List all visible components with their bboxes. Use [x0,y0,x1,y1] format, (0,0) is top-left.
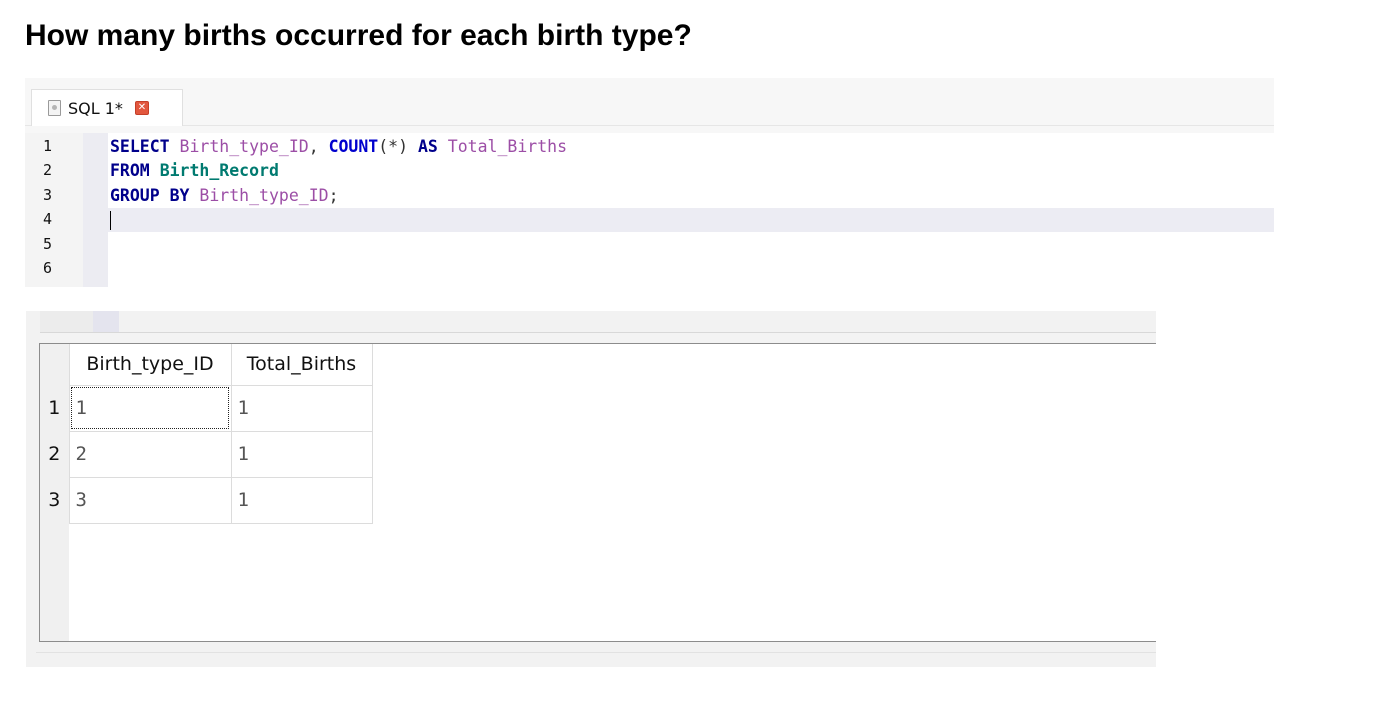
row-number[interactable]: 1 [40,385,69,431]
line-number-gutter: 1 2 3 4 5 6 [25,133,108,287]
keyword-as: AS [417,137,438,156]
sql-code-editor[interactable]: 1 2 3 4 5 6 SELECT Birth_type_ID, COUNT(… [25,133,1274,287]
line-number: 5 [43,235,53,253]
table-row: 3 3 1 [40,476,373,524]
sql-editor-tab[interactable]: SQL 1* ✕ [31,89,183,126]
close-icon[interactable]: ✕ [134,101,149,115]
tab-strip-divider [25,125,1274,126]
row-number[interactable]: 3 [40,477,69,523]
result-grid[interactable]: Birth_type_ID Total_Births 1 1 1 2 2 1 3… [39,343,1156,642]
result-panel: Birth_type_ID Total_Births 1 1 1 2 2 1 3… [26,311,1156,667]
keyword-select: SELECT [110,137,170,156]
alias-total-births: Total_Births [447,137,568,156]
table-birth-record: Birth_Record [159,161,279,180]
line-number: 2 [43,161,53,179]
sql-editor-panel: SQL 1* ✕ 1 2 3 4 5 6 SELECT Birth_type_I… [25,78,1274,287]
line-number: 1 [43,137,53,155]
table-cell[interactable]: 3 [68,476,232,524]
count-args: (*) [378,137,409,156]
result-toolbar-tab[interactable] [93,311,119,332]
header-row: Birth_type_ID Total_Births [40,344,373,386]
comma: , [308,137,319,156]
sql-file-icon [48,100,61,116]
keyword-group-by: GROUP BY [110,186,190,205]
table-cell[interactable]: 1 [230,476,373,524]
column-header-total-births[interactable]: Total_Births [230,344,373,386]
gutter-fold-strip [83,133,108,287]
sql-tab-label: SQL 1* [68,98,123,118]
result-status-band [26,642,1156,667]
text-caret [110,211,111,230]
semicolon: ; [328,186,339,205]
column-birth-type-id: Birth_type_ID [199,186,329,205]
column-header-birth-type-id[interactable]: Birth_type_ID [68,344,232,386]
table-row: 2 2 1 [40,430,373,478]
table-cell[interactable]: 1 [230,384,373,432]
result-toolbar [40,311,93,332]
column-birth-type-id: Birth_type_ID [179,137,309,156]
current-line-highlight [108,208,1274,232]
question-heading: How many births occurred for each birth … [25,19,692,52]
line-number: 4 [43,210,53,228]
table-cell[interactable]: 2 [68,430,232,478]
keyword-count: COUNT [328,137,379,156]
line-number: 3 [43,186,53,204]
code-line-1: SELECT Birth_type_ID, COUNT(*) AS Total_… [110,135,567,159]
grid-corner[interactable] [40,344,69,385]
code-line-2: FROM Birth_Record [110,159,279,183]
result-bottom-divider [36,652,1156,653]
code-line-3: GROUP BY Birth_type_ID; [110,184,339,208]
line-number: 6 [43,259,53,277]
result-toolbar-band [40,333,1156,343]
keyword-from: FROM [110,161,150,180]
result-table: Birth_type_ID Total_Births 1 1 1 2 2 1 3… [40,344,373,524]
row-number[interactable]: 2 [40,431,69,477]
table-cell[interactable]: 1 [68,384,232,432]
table-cell[interactable]: 1 [230,430,373,478]
table-row: 1 1 1 [40,384,373,432]
editor-tab-strip: SQL 1* ✕ [25,78,1274,133]
